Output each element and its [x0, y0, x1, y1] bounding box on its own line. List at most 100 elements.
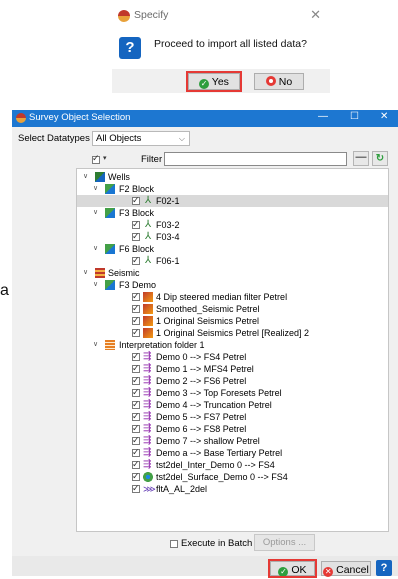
- item-checkbox[interactable]: [132, 398, 140, 410]
- tree-item-seismic[interactable]: ∨ Seismic: [77, 267, 388, 279]
- tree-item-volume[interactable]: 1 Original Seismics Petrel [Realized] 2: [77, 326, 388, 339]
- chevron-down-icon[interactable]: ∨: [93, 279, 98, 291]
- cancel-button[interactable]: ✕ Cancel: [321, 561, 371, 577]
- tree-item-label: 1 Original Seismics Petrel: [156, 316, 260, 326]
- tree-item-f2-block[interactable]: ∨ F2 Block: [77, 183, 388, 195]
- item-checkbox[interactable]: [132, 422, 140, 434]
- item-checkbox[interactable]: [132, 410, 140, 422]
- item-checkbox[interactable]: [132, 290, 140, 302]
- help-icon[interactable]: ?: [376, 560, 392, 576]
- tree-item-wells[interactable]: ∨ Wells: [77, 171, 388, 183]
- yes-button[interactable]: ✓ Yes: [186, 71, 242, 92]
- chevron-down-icon[interactable]: ∨: [93, 339, 98, 351]
- reload-icon[interactable]: ↻: [372, 151, 388, 166]
- horizon-icon: ⇶: [143, 459, 152, 470]
- tree-item-horizon[interactable]: ⇶ Demo 6 --> FS8 Petrel: [77, 422, 388, 435]
- block-icon: [105, 208, 115, 218]
- tree-item-label: tst2del_Inter_Demo 0 --> FS4: [156, 460, 275, 470]
- dropdown-arrow-icon[interactable]: ▾: [103, 154, 107, 162]
- chevron-down-icon[interactable]: ∨: [93, 183, 98, 195]
- execute-in-batch-checkbox[interactable]: [170, 540, 178, 548]
- item-checkbox[interactable]: [132, 194, 140, 206]
- execute-in-batch-label: Execute in Batch: [181, 538, 253, 549]
- tree-item-interpretation-folder[interactable]: ∨ Interpretation folder 1: [77, 339, 388, 351]
- datatypes-select[interactable]: All Objects ⌵: [92, 131, 190, 146]
- tree-item-horizon[interactable]: ⇶ Demo 7 --> shallow Petrel: [77, 434, 388, 447]
- tree-item-label: F06-1: [156, 256, 180, 266]
- tree-item-label: Demo 2 --> FS6 Petrel: [156, 376, 247, 386]
- tree-item-horizon[interactable]: ⇶ Demo a --> Base Tertiary Petrel: [77, 446, 388, 459]
- item-checkbox[interactable]: [132, 482, 140, 494]
- horizon-icon: ⇶: [143, 435, 152, 446]
- datatypes-label: Select Datatypes: [18, 133, 90, 144]
- item-checkbox[interactable]: [132, 374, 140, 386]
- select-all-checkbox[interactable]: [92, 153, 100, 164]
- tree-item-label: Demo 0 --> FS4 Petrel: [156, 352, 247, 362]
- item-checkbox[interactable]: [132, 254, 140, 266]
- tree-item-f03-2[interactable]: ⅄ F03-2: [77, 218, 388, 231]
- horizon-icon: ⇶: [143, 411, 152, 422]
- chevron-down-icon[interactable]: ∨: [93, 207, 98, 219]
- block-icon: [105, 244, 115, 254]
- chevron-down-icon[interactable]: ∨: [93, 243, 98, 255]
- tree-item-label: tst2del_Surface_Demo 0 --> FS4: [156, 472, 288, 482]
- item-checkbox[interactable]: [132, 434, 140, 446]
- tree-item-label: F02-1: [156, 196, 180, 206]
- tree-item-horizon[interactable]: ⇶ Demo 5 --> FS7 Petrel: [77, 410, 388, 423]
- tree-item-f6-block[interactable]: ∨ F6 Block: [77, 243, 388, 255]
- tree-item-horizon[interactable]: ⇶ Demo 2 --> FS6 Petrel: [77, 374, 388, 387]
- tree-item-f06-1[interactable]: ⅄ F06-1: [77, 254, 388, 267]
- item-checkbox[interactable]: [132, 230, 140, 242]
- cancel-label: Cancel: [336, 564, 369, 576]
- tree-item-label: 1 Original Seismics Petrel [Realized] 2: [156, 328, 310, 338]
- chevron-down-icon: ⌵: [178, 134, 185, 143]
- tree-item-horizon[interactable]: ⇶ Demo 3 --> Top Foresets Petrel: [77, 386, 388, 399]
- close-icon[interactable]: ✕: [310, 7, 321, 23]
- item-checkbox[interactable]: [132, 302, 140, 314]
- ok-button[interactable]: ✓ OK: [268, 559, 317, 578]
- item-checkbox[interactable]: [132, 458, 140, 470]
- tree-item-horizon[interactable]: ⇶ Demo 1 --> MFS4 Petrel: [77, 362, 388, 375]
- seismic-cube-icon: [143, 304, 153, 314]
- chevron-down-icon[interactable]: ∨: [83, 267, 88, 279]
- tree-item-volume[interactable]: Smoothed_Seismic Petrel: [77, 302, 388, 315]
- tree-item-f03-4[interactable]: ⅄ F03-4: [77, 230, 388, 243]
- item-checkbox[interactable]: [132, 218, 140, 230]
- filter-input[interactable]: [164, 152, 347, 166]
- minimize-icon[interactable]: —: [318, 111, 328, 122]
- item-checkbox[interactable]: [132, 314, 140, 326]
- item-checkbox[interactable]: [132, 362, 140, 374]
- no-button[interactable]: No: [254, 73, 304, 90]
- maximize-icon[interactable]: ☐: [350, 111, 359, 122]
- item-checkbox[interactable]: [132, 386, 140, 398]
- tree-item-label: F03-4: [156, 232, 180, 242]
- item-checkbox[interactable]: [132, 326, 140, 338]
- tree-item-fault[interactable]: ⋙ fltA_AL_2del: [77, 482, 388, 495]
- tree-item-volume[interactable]: 1 Original Seismics Petrel: [77, 314, 388, 327]
- item-checkbox[interactable]: [132, 446, 140, 458]
- app-logo-icon: [118, 10, 130, 22]
- tree-item-f3-block[interactable]: ∨ F3 Block: [77, 207, 388, 219]
- item-checkbox[interactable]: [132, 470, 140, 482]
- options-button[interactable]: Options ...: [254, 534, 315, 551]
- no-icon: [265, 76, 276, 86]
- tree-item-horizon[interactable]: ⇶ Demo 0 --> FS4 Petrel: [77, 350, 388, 363]
- ok-label: OK: [291, 564, 307, 576]
- filter-label: Filter: [141, 154, 163, 165]
- chevron-down-icon[interactable]: ∨: [83, 171, 88, 183]
- tree-item-f3-demo[interactable]: ∨ F3 Demo: [77, 279, 388, 291]
- well-icon: ⅄: [144, 255, 152, 266]
- close-icon[interactable]: ✕: [380, 111, 388, 122]
- survey-object-selection-window: Survey Object Selection — ☐ ✕ Select Dat…: [12, 110, 398, 578]
- tree-item-horizon[interactable]: ⇶ tst2del_Inter_Demo 0 --> FS4: [77, 458, 388, 471]
- seismic-cube-icon: [143, 316, 153, 326]
- tree-item-horizon[interactable]: ⇶ Demo 4 --> Truncation Petrel: [77, 398, 388, 411]
- item-checkbox[interactable]: [132, 350, 140, 362]
- tree-item-volume[interactable]: 4 Dip steered median filter Petrel: [77, 290, 388, 303]
- clear-filter-button[interactable]: —: [353, 151, 369, 166]
- seismic-folder-icon: [95, 268, 105, 278]
- tree-item-f02-1[interactable]: ⅄ F02-1: [77, 194, 388, 207]
- horizon-icon: ⇶: [143, 351, 152, 362]
- tree-item-surface[interactable]: tst2del_Surface_Demo 0 --> FS4: [77, 470, 388, 483]
- stray-text: a: [0, 282, 9, 299]
